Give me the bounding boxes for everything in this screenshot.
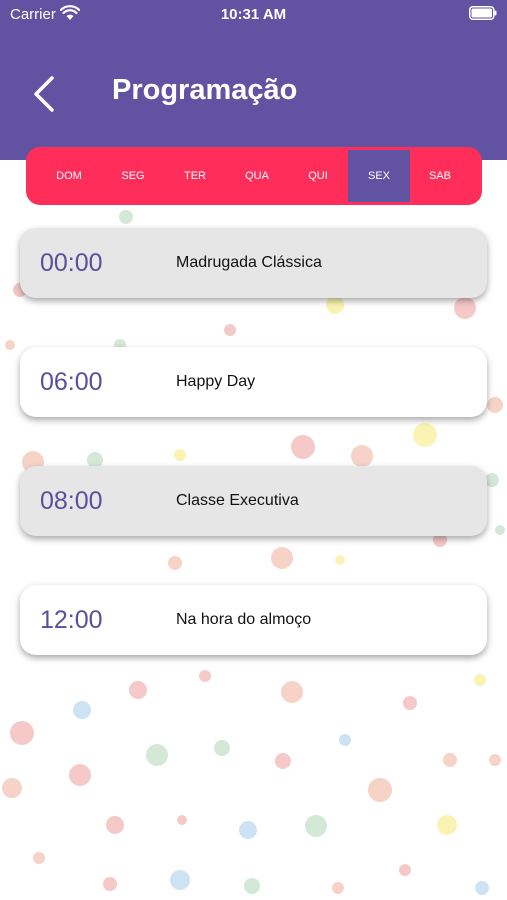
schedule-card[interactable]: 12:00 Na hora do almoço bbox=[20, 585, 487, 655]
background-dot bbox=[170, 870, 190, 890]
background-dot bbox=[244, 878, 260, 894]
background-dot bbox=[399, 864, 411, 876]
background-dot bbox=[495, 525, 505, 535]
program-time: 08:00 bbox=[40, 487, 103, 515]
schedule-card[interactable]: 00:00 Madrugada Clássica bbox=[20, 228, 487, 298]
status-time: 10:31 AM bbox=[220, 6, 287, 23]
background-dot bbox=[33, 852, 45, 864]
schedule-card[interactable]: 06:00 Happy Day bbox=[20, 347, 487, 417]
tab-sex[interactable]: SEX bbox=[348, 150, 410, 202]
background-dot bbox=[199, 670, 211, 682]
tab-dom[interactable]: DOM bbox=[38, 150, 100, 202]
background-dot bbox=[474, 674, 486, 686]
background-dot bbox=[368, 778, 392, 802]
background-dot bbox=[339, 734, 351, 746]
background-dot bbox=[443, 753, 457, 767]
background-dot bbox=[69, 764, 91, 786]
page-title: Programação bbox=[112, 74, 298, 106]
background-dot bbox=[271, 547, 293, 569]
tab-qua[interactable]: QUA bbox=[226, 150, 288, 202]
background-dot bbox=[119, 210, 133, 224]
background-dot bbox=[332, 882, 344, 894]
tab-qui[interactable]: QUI bbox=[287, 150, 349, 202]
background-dot bbox=[5, 340, 15, 350]
background-dot bbox=[291, 435, 315, 459]
program-name: Happy Day bbox=[176, 373, 256, 390]
background-dot bbox=[335, 555, 345, 565]
background-dot bbox=[305, 815, 327, 837]
program-time: 00:00 bbox=[40, 249, 103, 277]
background-dot bbox=[454, 297, 476, 319]
header-bar: Carrier 10:31 AM Programação bbox=[0, 0, 507, 160]
background-dot bbox=[168, 556, 182, 570]
program-time: 06:00 bbox=[40, 368, 103, 396]
back-button[interactable] bbox=[24, 70, 68, 118]
background-dot bbox=[10, 721, 34, 745]
background-dot bbox=[437, 815, 457, 835]
tab-ter[interactable]: TER bbox=[164, 150, 226, 202]
program-name: Na hora do almoço bbox=[176, 611, 312, 628]
background-dot bbox=[103, 877, 117, 891]
background-dot bbox=[129, 681, 147, 699]
battery-icon bbox=[469, 6, 497, 20]
status-bar: Carrier 10:31 AM bbox=[0, 0, 507, 30]
schedule-card[interactable]: 08:00 Classe Executiva bbox=[20, 466, 487, 536]
background-dot bbox=[281, 681, 303, 703]
background-dot bbox=[487, 397, 503, 413]
program-name: Classe Executiva bbox=[176, 492, 299, 509]
background-dot bbox=[275, 753, 291, 769]
program-name: Madrugada Clássica bbox=[176, 254, 322, 271]
background-dot bbox=[239, 821, 257, 839]
background-dot bbox=[326, 296, 344, 314]
background-dot bbox=[177, 815, 187, 825]
background-dot bbox=[351, 445, 373, 467]
chevron-left-icon bbox=[34, 76, 54, 112]
background-dot bbox=[403, 696, 417, 710]
tab-seg[interactable]: SEG bbox=[102, 150, 164, 202]
background-dot bbox=[224, 324, 236, 336]
background-dot bbox=[106, 816, 124, 834]
background-dot bbox=[485, 473, 499, 487]
day-tabs: DOM SEG TER QUA QUI SEX SAB bbox=[26, 147, 482, 205]
background-dot bbox=[413, 423, 437, 447]
tab-sab[interactable]: SAB bbox=[409, 150, 471, 202]
background-dot bbox=[2, 778, 22, 798]
background-dot bbox=[146, 744, 168, 766]
background-dot bbox=[489, 754, 501, 766]
background-dot bbox=[475, 881, 489, 895]
program-time: 12:00 bbox=[40, 606, 103, 634]
background-dot bbox=[174, 449, 186, 461]
background-dot bbox=[214, 740, 230, 756]
background-dot bbox=[73, 701, 91, 719]
